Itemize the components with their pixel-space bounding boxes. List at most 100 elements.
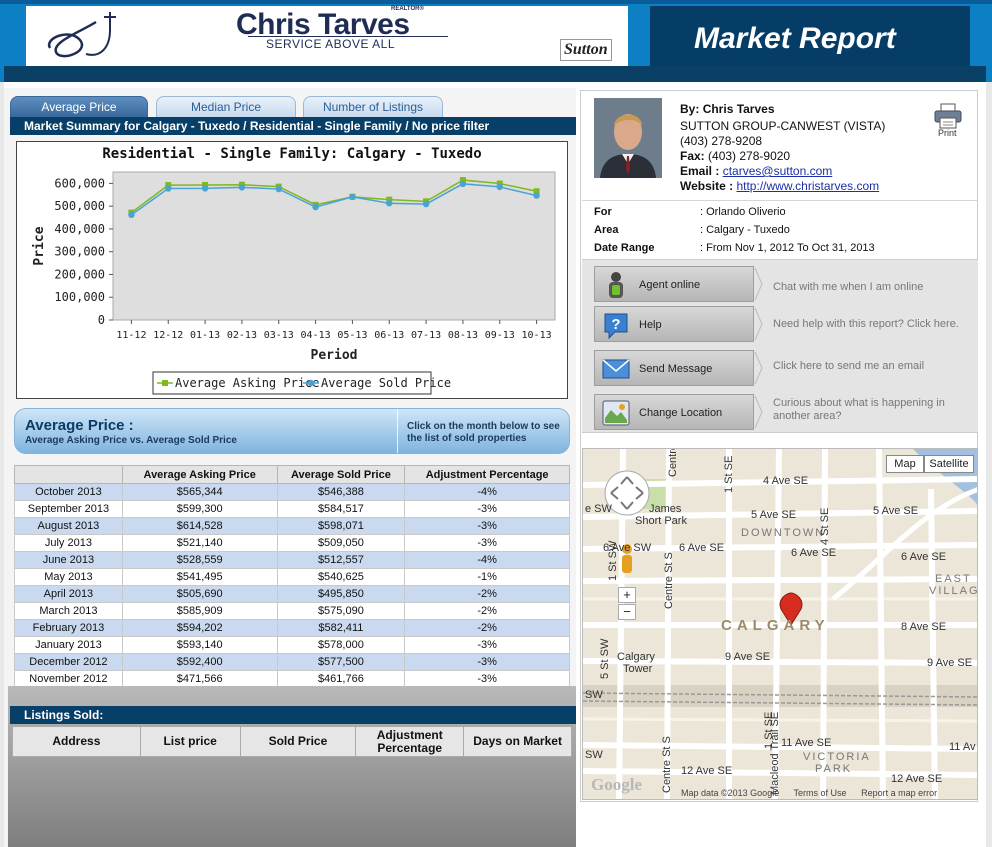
map-type-satellite-button[interactable]: Satellite: [924, 455, 974, 473]
table-row[interactable]: March 2013 $585,909 $575,090 -2%: [14, 602, 570, 620]
map-type-map-button[interactable]: Map: [886, 455, 924, 473]
average-price-table: Average Asking Price Average Sold Price …: [14, 465, 570, 688]
table-cell: $509,050: [276, 534, 406, 552]
agent-online-button[interactable]: Agent online: [594, 266, 754, 302]
y-tick-label: 400,000: [54, 222, 105, 236]
agent-online-icon: [609, 272, 623, 298]
table-cell: $577,500: [276, 653, 406, 671]
table-cell: August 2013: [14, 517, 123, 535]
map-label: 1 St SE: [723, 455, 735, 493]
legend-marker: [307, 379, 315, 387]
location-icon: [602, 400, 630, 426]
table-cell: $584,517: [276, 500, 406, 518]
listings-header-list-price: List price: [139, 726, 241, 757]
tab-median-price[interactable]: Median Price: [156, 96, 296, 117]
map-terms-link[interactable]: Terms of Use: [794, 788, 847, 798]
map-label: 6 Ave SE: [901, 551, 947, 563]
map-label: 1 St SW: [607, 540, 619, 581]
table-row[interactable]: December 2012 $592,400 $577,500 -3%: [14, 653, 570, 671]
help-button[interactable]: ? Help: [594, 306, 754, 342]
table-row[interactable]: June 2013 $528,559 $512,557 -4%: [14, 551, 570, 569]
listings-header-days-on-market: Days on Market: [463, 726, 572, 757]
y-tick-label: 200,000: [54, 267, 105, 281]
change-location-button[interactable]: Change Location: [594, 394, 754, 430]
table-row[interactable]: April 2013 $505,690 $495,850 -2%: [14, 585, 570, 603]
data-point: [459, 180, 467, 188]
table-cell: $575,090: [276, 602, 406, 620]
table-cell: March 2013: [14, 602, 123, 620]
x-tick-label: 11-12: [116, 330, 146, 341]
print-icon[interactable]: [934, 103, 962, 129]
table-row[interactable]: August 2013 $614,528 $598,071 -3%: [14, 517, 570, 535]
header: REALTOR® Chris Tarves SERVICE ABOVE ALL …: [0, 0, 992, 82]
table-cell: $614,528: [121, 517, 278, 535]
send-message-button[interactable]: Send Message: [594, 350, 754, 386]
data-point: [238, 184, 246, 191]
table-cell: $512,557: [276, 551, 406, 569]
tab-average-price[interactable]: Average Price: [10, 96, 148, 117]
table-cell: -4%: [404, 483, 570, 501]
map-label: Tower: [623, 663, 653, 675]
map-footer: Map data ©2013 Google Terms of Use Repor…: [681, 788, 949, 798]
y-axis-label: Price: [32, 226, 47, 265]
listings-sold-title: Listings Sold:: [10, 706, 576, 724]
x-tick-label: 12-12: [153, 330, 183, 341]
plot-area: [112, 171, 556, 321]
chart-title: Residential - Single Family: Calgary - T…: [102, 146, 481, 162]
area-value: : Calgary - Tuxedo: [700, 224, 790, 236]
y-tick-label: 500,000: [54, 199, 105, 213]
map-label: Centre: [667, 448, 679, 477]
map-label: 6 Ave SE: [679, 542, 725, 554]
agent-website-label: Website :: [680, 179, 734, 193]
tab-number-of-listings[interactable]: Number of Listings: [303, 96, 443, 117]
table-cell: -3%: [404, 534, 570, 552]
table-row[interactable]: May 2013 $541,495 $540,625 -1%: [14, 568, 570, 586]
for-label: For: [594, 206, 612, 218]
agent-fax: (403) 278-9020: [708, 149, 791, 163]
zoom-out-button[interactable]: −: [618, 604, 636, 620]
envelope-icon: [602, 359, 630, 379]
data-point: [128, 211, 135, 219]
zoom-in-button[interactable]: +: [618, 587, 636, 603]
table-cell: $505,690: [121, 585, 278, 603]
table-cell: $471,566: [121, 670, 278, 688]
map-label: Short Park: [635, 515, 687, 527]
agent-byline: By: Chris Tarves: [680, 102, 775, 116]
map-label: SW: [585, 749, 603, 761]
map-label: Calgary: [617, 651, 655, 663]
map-label: Centre St S: [661, 736, 673, 793]
table-cell: $521,140: [121, 534, 278, 552]
map-label: 11 Ave SE: [781, 737, 832, 749]
date-range-label: Date Range: [594, 242, 655, 254]
price-chart: Residential - Single Family: Calgary - T…: [16, 141, 568, 399]
table-cell: $582,411: [276, 619, 406, 637]
map-report-error-link[interactable]: Report a map error: [861, 788, 937, 798]
table-row[interactable]: November 2012 $471,566 $461,766 -3%: [14, 670, 570, 688]
table-header-row: Average Asking Price Average Sold Price …: [14, 465, 570, 484]
table-cell: -2%: [404, 619, 570, 637]
chevron-right-icon: [754, 267, 763, 301]
table-row[interactable]: February 2013 $594,202 $582,411 -2%: [14, 619, 570, 637]
table-cell: -3%: [404, 670, 570, 688]
print-label[interactable]: Print: [938, 128, 957, 138]
table-cell: April 2013: [14, 585, 123, 603]
table-row[interactable]: September 2013 $599,300 $584,517 -3%: [14, 500, 570, 518]
agent-fax-line: Fax: (403) 278-9020: [680, 149, 790, 163]
y-tick-label: 0: [98, 313, 105, 327]
agent-online-label: Agent online: [639, 279, 701, 291]
table-row[interactable]: July 2013 $521,140 $509,050 -3%: [14, 534, 570, 552]
agent-website-link[interactable]: http://www.christarves.com: [736, 179, 879, 193]
y-tick-label: 100,000: [54, 290, 105, 304]
map[interactable]: Map Satellite + − 4 Ave SE James Short P…: [582, 448, 978, 800]
table-cell: May 2013: [14, 568, 123, 586]
banner-hint: Click on the month below to see the list…: [407, 421, 560, 444]
table-row[interactable]: January 2013 $593,140 $578,000 -3%: [14, 636, 570, 654]
average-price-banner: Average Price : Average Asking Price vs.…: [14, 408, 570, 454]
map-label: 11 Av: [949, 741, 976, 753]
data-point: [533, 192, 540, 199]
logo[interactable]: REALTOR® Chris Tarves SERVICE ABOVE ALL …: [26, 6, 628, 66]
data-point: [165, 185, 172, 192]
agent-email-link[interactable]: ctarves@sutton.com: [723, 164, 833, 178]
table-row[interactable]: October 2013 $565,344 $546,388 -4%: [14, 483, 570, 501]
x-tick-label: 02-13: [227, 330, 257, 341]
